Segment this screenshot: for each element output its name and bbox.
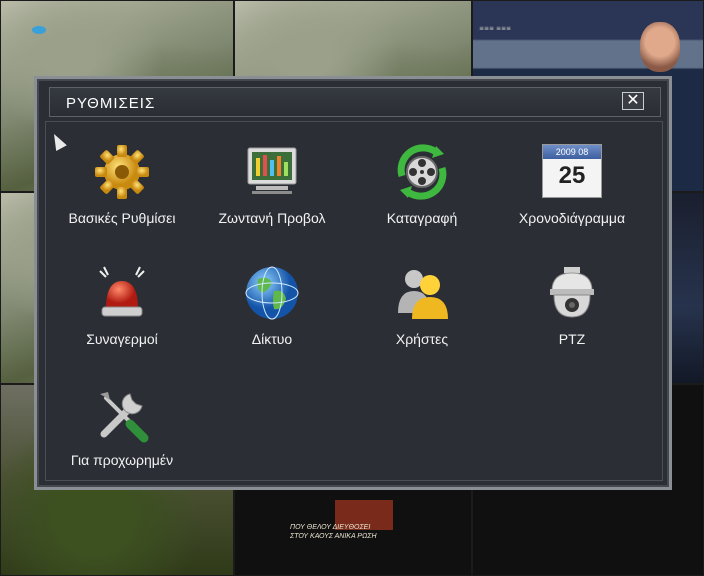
menu-item-advanced[interactable]: Για προχωρημέν	[52, 384, 192, 494]
caption-line-2: ΣΤΟΥ ΚΑΟΥΣ ΑΝΙΚΑ ΡΩΣΗ	[290, 533, 377, 540]
menu-item-label: Χρήστες	[395, 331, 449, 347]
tools-icon	[100, 392, 149, 443]
camera-caption: ΠΟΥ ΘΕΛΟΥ ΔΙΕΥΘΟΣΕΙ ΣΤΟΥ ΚΑΟΥΣ ΑΝΙΚΑ ΡΩΣ…	[290, 523, 377, 541]
menu-item-label: Ζωντανή Προβολ	[218, 210, 326, 226]
menu-item-schedule[interactable]: 2009 08 25 Χρονοδιάγραμμα	[502, 142, 642, 252]
calendar-day: 25	[558, 162, 586, 189]
menu-item-label: Βασικές Ρυθμίσει	[68, 210, 176, 226]
menu-item-alarms[interactable]: Συναγερμοί	[52, 263, 192, 373]
alarm-siren-icon	[99, 266, 145, 317]
calendar-month: 08	[578, 147, 589, 157]
menu-item-label: Καταγραφή	[386, 210, 458, 226]
gear-icon	[95, 145, 149, 199]
settings-menu-panel: Βασικές Ρυθμίσει Ζωντανή Προβολ Καταγραφ…	[45, 121, 663, 481]
menu-item-users[interactable]: Χρήστες	[352, 263, 492, 373]
menu-item-label: Χρονοδιάγραμμα	[518, 210, 626, 226]
settings-dialog: ΡΥΘΜΙΣΕΙΣ ✕ Βασικές Ρυθμίσει Ζωντανή Προ…	[34, 76, 672, 490]
film-reel-icon	[397, 144, 447, 200]
camera-person	[640, 22, 680, 72]
dialog-titlebar: ΡΥΘΜΙΣΕΙΣ ✕	[49, 87, 661, 117]
monitor-icon	[247, 147, 297, 194]
dome-camera-icon	[550, 267, 594, 318]
menu-item-label: Συναγερμοί	[86, 331, 158, 347]
calendar-year: 2009	[555, 147, 576, 157]
dialog-title: ΡΥΘΜΙΣΕΙΣ	[66, 95, 156, 112]
menu-item-ptz[interactable]: PTZ	[502, 263, 642, 373]
globe-icon	[245, 266, 299, 320]
caption-line-1: ΠΟΥ ΘΕΛΟΥ ΔΙΕΥΘΟΣΕΙ	[290, 524, 371, 531]
camera-overlay-text: ≡≡≡ ≡≡≡	[479, 25, 512, 32]
menu-item-network[interactable]: Δίκτυο	[202, 263, 342, 373]
menu-item-recording[interactable]: Καταγραφή	[352, 142, 492, 252]
users-icon	[398, 270, 448, 319]
close-button[interactable]: ✕	[622, 92, 644, 110]
calendar-icon: 2009 08 25	[542, 144, 602, 198]
menu-item-live-view[interactable]: Ζωντανή Προβολ	[202, 142, 342, 252]
menu-item-label: PTZ	[558, 331, 586, 347]
menu-item-label: Δίκτυο	[251, 331, 293, 347]
menu-item-label: Για προχωρημέν	[70, 452, 174, 468]
camera-indicator-icon	[32, 26, 46, 34]
menu-item-basic-settings[interactable]: Βασικές Ρυθμίσει	[52, 142, 192, 252]
